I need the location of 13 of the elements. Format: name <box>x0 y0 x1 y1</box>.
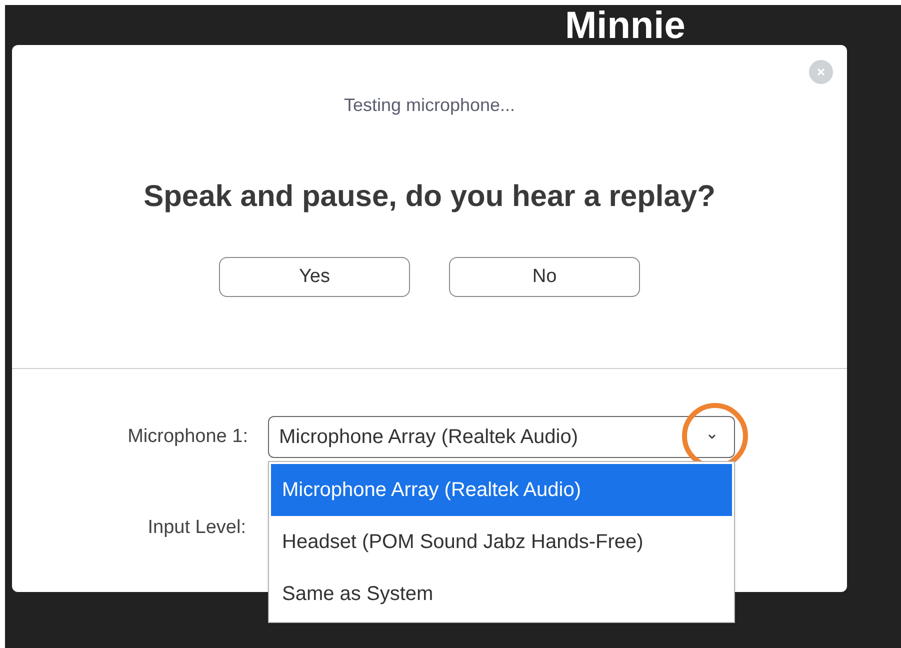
input-level-label: Input Level: <box>148 516 246 540</box>
chevron-down-icon <box>706 433 718 441</box>
microphone-select[interactable]: Microphone Array (Realtek Audio) <box>268 416 735 458</box>
dropdown-option[interactable]: Headset (POM Sound Jabz Hands-Free) <box>271 516 732 568</box>
answer-button[interactable]: No <box>449 257 640 297</box>
status-text: Testing microphone... <box>344 94 516 117</box>
close-icon[interactable] <box>809 60 833 84</box>
dropdown-option[interactable]: Same as System <box>271 568 732 620</box>
dropdown-option[interactable]: Microphone Array (Realtek Audio) <box>271 464 732 516</box>
answer-button[interactable]: Yes <box>219 257 410 297</box>
microphone-label: Microphone 1: <box>128 424 248 449</box>
background-title: Minnie <box>565 7 686 45</box>
question-heading: Speak and pause, do you hear a replay? <box>144 179 716 215</box>
